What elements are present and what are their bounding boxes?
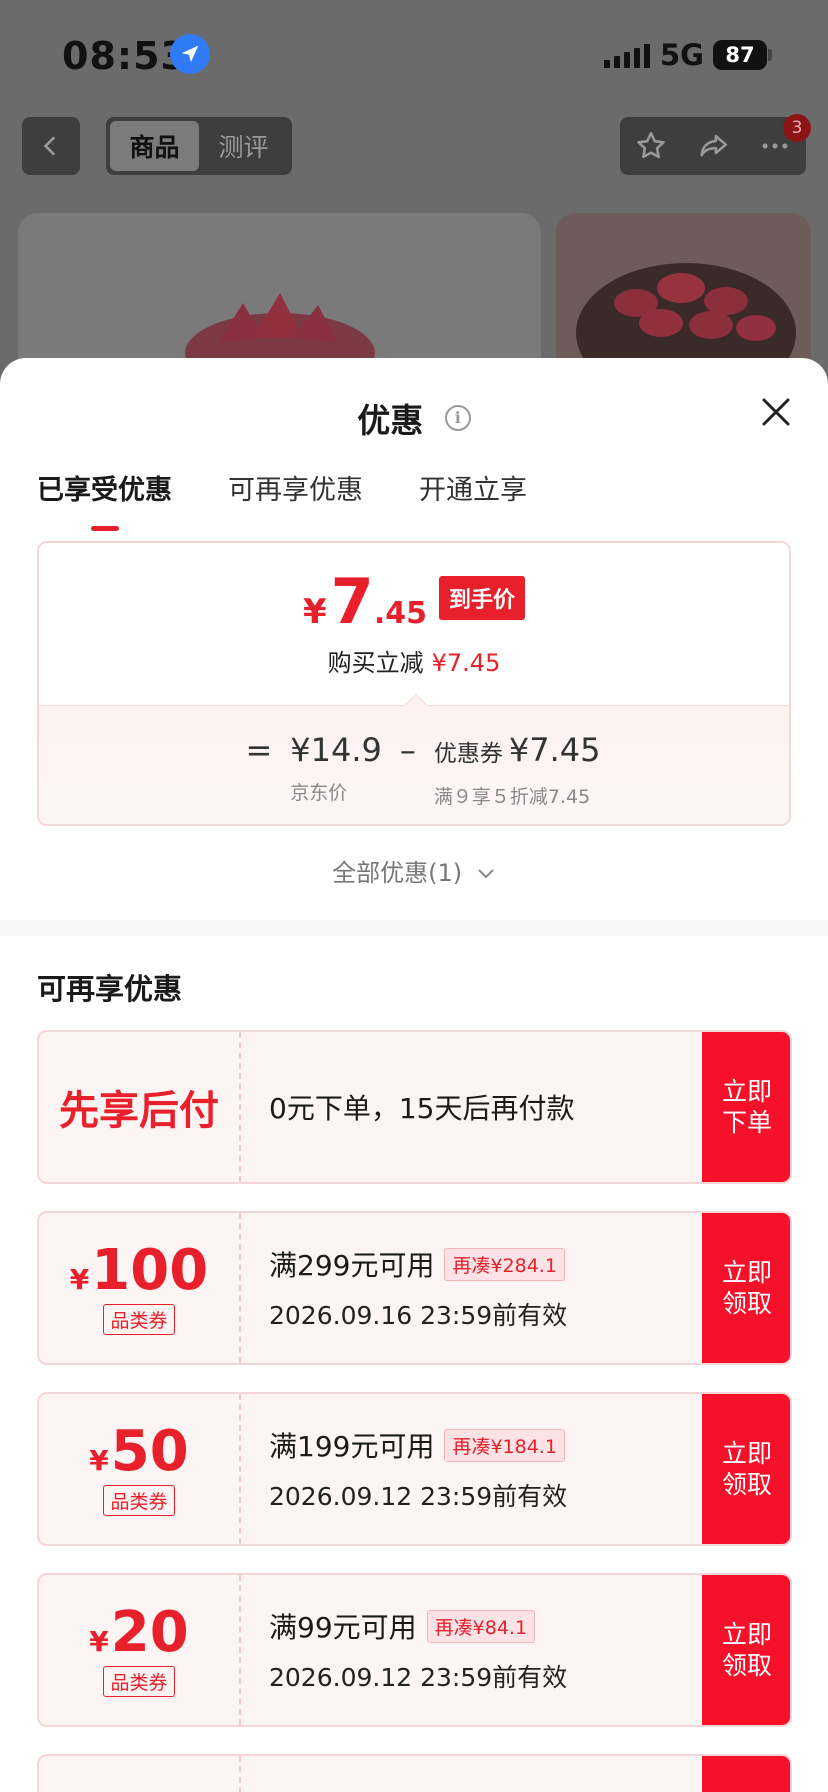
minus-sign: – — [399, 731, 416, 769]
location-arrow-icon — [170, 34, 210, 74]
instant-discount-line: 购买立减 ¥7.45 — [39, 643, 789, 678]
tab-activate-discounts[interactable]: 开通立享 — [419, 468, 527, 507]
coupon-condition: 满299元可用 — [269, 1249, 435, 1282]
coupon-currency: ¥ — [89, 1624, 109, 1658]
discount-sheet: 优惠 i 已享受优惠 可再享优惠 开通立享 ¥ 7 .45 到手价 购买立减 ¥7… — [0, 358, 828, 1792]
jd-price-label: 京东价 — [290, 782, 348, 804]
pay-later-name: 先享后付 — [59, 1088, 219, 1134]
coupon-list: 先享后付 0元下单，15天后再付款 立即下单 ¥100 品类券 满299元可用再… — [37, 1030, 792, 1792]
battery-icon: 87 — [713, 40, 767, 70]
section-divider — [0, 920, 828, 936]
battery-tip — [768, 49, 772, 61]
nav-actions — [620, 117, 806, 175]
price-currency: ¥ — [303, 592, 327, 632]
share-icon[interactable] — [695, 129, 731, 163]
claim-coupon-button[interactable]: 立即领取 — [702, 1213, 790, 1363]
final-price: ¥ 7 .45 到手价 — [39, 571, 789, 633]
coupon-condition: 满99元可用 — [269, 1611, 417, 1644]
coupon-description: 满９享５折减7.45 — [433, 786, 591, 808]
pay-later-description: 0元下单，15天后再付款 — [269, 1092, 575, 1125]
coupon-expiry: 2026.09.16 23:59前有效 — [269, 1301, 568, 1330]
coupon-amount: 50 — [110, 1418, 189, 1484]
sheet-title: 优惠 — [357, 401, 424, 440]
close-button[interactable] — [756, 392, 796, 432]
product-page-background: 08:53 5G 87 商品 测评 3 — [0, 0, 828, 413]
coupon-type: 品类券 — [103, 1303, 175, 1335]
close-icon — [762, 398, 790, 426]
coupon-amount: 20 — [110, 1599, 189, 1665]
coupon-condition: 满199元可用 — [269, 1430, 435, 1463]
coupon-value: ¥7.45 — [508, 731, 601, 769]
pay-later-card: 先享后付 0元下单，15天后再付款 立即下单 — [37, 1030, 792, 1184]
coupon-expiry: 2026.09.12 23:59前有效 — [269, 1482, 568, 1511]
price-breakdown: = ¥14.9 京东价 – 优惠券 ¥7.45 满９享５折减7.45 — [39, 705, 789, 824]
price-summary-card: ¥ 7 .45 到手价 购买立减 ¥7.45 = ¥14.9 京东价 – 优惠券 ¥… — [37, 541, 791, 826]
coupon-card: ¥20 品类券 满99元可用 再凑¥84.1 2026.09.12 23:59前有… — [37, 1573, 792, 1727]
coupon-type: 品类券 — [103, 1484, 175, 1516]
coupon-amount: 100 — [91, 1237, 209, 1303]
final-price-tag: 到手价 — [438, 576, 525, 620]
instant-discount-amount: ¥7.45 — [431, 649, 501, 677]
tab-product[interactable]: 商品 — [110, 121, 199, 171]
discount-tabs: 已享受优惠 可再享优惠 开通立享 — [37, 468, 583, 507]
order-now-button[interactable]: 立即下单 — [702, 1032, 790, 1182]
coupon-gap-chip: 再凑¥184.1 — [444, 1428, 565, 1462]
price-decimal: .45 — [373, 596, 427, 631]
available-discounts-title: 可再享优惠 — [37, 972, 183, 1006]
coupon-type: 品类券 — [103, 1665, 175, 1697]
coupon-gap-chip: 再凑¥84.1 — [426, 1609, 536, 1643]
claim-coupon-button[interactable]: 立即领取 — [702, 1394, 790, 1544]
coupon-expiry: 2026.09.12 23:59前有效 — [269, 1663, 568, 1692]
coupon-gap-chip: 再凑¥284.1 — [444, 1247, 565, 1281]
claim-coupon-button[interactable]: 立即领取 — [702, 1575, 790, 1725]
chevron-down-icon — [478, 869, 494, 879]
cellular-signal-icon — [604, 42, 650, 68]
all-discounts-toggle[interactable]: 全部优惠(1) — [0, 853, 828, 888]
star-icon[interactable] — [634, 129, 668, 163]
claim-coupon-button-partial[interactable] — [702, 1756, 790, 1792]
coupon-label: 优惠券 — [433, 741, 503, 767]
tab-enjoyed-discounts[interactable]: 已享受优惠 — [37, 468, 172, 507]
back-button[interactable] — [22, 117, 80, 175]
equals-sign: = — [245, 731, 273, 769]
coupon-currency: ¥ — [69, 1262, 90, 1296]
status-time: 08:53 — [62, 34, 188, 78]
coupon-card-partial — [37, 1754, 792, 1792]
page-tab-switcher: 商品 测评 — [106, 117, 292, 175]
coupon-currency: ¥ — [89, 1443, 109, 1477]
status-bar: 08:53 5G 87 — [0, 0, 828, 110]
sheet-header: 优惠 i — [0, 394, 828, 442]
notification-badge: 3 — [783, 114, 811, 142]
instant-discount-label: 购买立减 — [327, 649, 424, 677]
tab-available-discounts[interactable]: 可再享优惠 — [228, 468, 363, 507]
jd-price-value: ¥14.9 — [290, 731, 382, 769]
chevron-left-icon — [43, 136, 56, 156]
coupon-card: ¥100 品类券 满299元可用 再凑¥284.1 2026.09.16 23:5… — [37, 1211, 792, 1365]
all-discounts-label: 全部优惠(1) — [332, 859, 463, 887]
tab-review[interactable]: 测评 — [199, 121, 288, 171]
info-icon[interactable]: i — [444, 405, 471, 431]
network-type: 5G — [660, 38, 704, 72]
price-integer: 7 — [330, 565, 374, 638]
coupon-card: ¥50 品类券 满199元可用 再凑¥184.1 2026.09.12 23:59… — [37, 1392, 792, 1546]
